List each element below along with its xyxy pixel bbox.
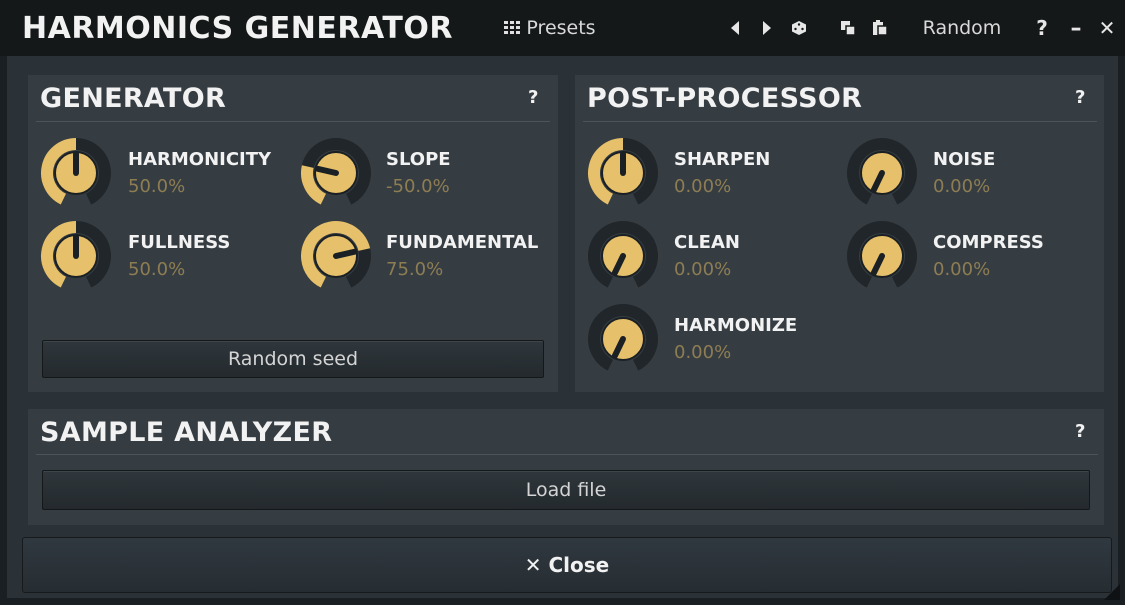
post-processor-panel: POST-PROCESSOR ? SHARPEN 0.00% NOISE 0.0… [575, 75, 1104, 392]
harmonize-value[interactable]: 0.00% [674, 342, 731, 363]
fundamental-label: FUNDAMENTAL [386, 232, 539, 253]
title-bar: HARMONICS GENERATOR Presets Random ? – ✕ [0, 0, 1125, 56]
resize-handle[interactable] [1104, 584, 1120, 600]
slope-label: SLOPE [386, 149, 451, 170]
next-preset-button[interactable] [756, 0, 778, 56]
sharpen-value[interactable]: 0.00% [674, 176, 731, 197]
clean-knob[interactable] [587, 220, 659, 292]
generator-panel: GENERATOR ? HARMONICITY 50.0% SLOPE -50.… [28, 75, 558, 392]
sharpen-knob[interactable] [587, 137, 659, 209]
presets-button[interactable]: Presets [500, 0, 600, 56]
slope-knob[interactable] [300, 137, 372, 209]
sample-analyzer-divider [36, 454, 1098, 455]
harmonicity-knob[interactable] [40, 137, 112, 209]
fundamental-value[interactable]: 75.0% [386, 259, 443, 280]
triangle-right-icon [763, 21, 771, 35]
grid-icon [504, 21, 521, 34]
copy-icon [841, 21, 856, 36]
post-processor-divider [583, 121, 1097, 122]
harmonicity-value[interactable]: 50.0% [128, 176, 185, 197]
previous-preset-button[interactable] [724, 0, 746, 56]
paste-icon [873, 20, 888, 36]
generator-help-button[interactable]: ? [528, 87, 538, 108]
post-processor-help-button[interactable]: ? [1075, 87, 1085, 108]
random-seed-button[interactable]: Random seed [42, 340, 544, 378]
load-file-button[interactable]: Load file [42, 470, 1090, 510]
clean-label: CLEAN [674, 232, 740, 253]
copy-button[interactable] [836, 0, 860, 56]
post-processor-title: POST-PROCESSOR [587, 83, 863, 114]
sample-analyzer-help-button[interactable]: ? [1075, 421, 1085, 442]
noise-value[interactable]: 0.00% [933, 176, 990, 197]
sharpen-label: SHARPEN [674, 149, 771, 170]
harmonize-label: HARMONIZE [674, 315, 798, 336]
sample-analyzer-title: SAMPLE ANALYZER [40, 417, 333, 448]
minimize-button[interactable]: – [1064, 0, 1088, 56]
presets-label: Presets [526, 17, 596, 39]
random-button[interactable]: Random [915, 0, 1009, 56]
close-button[interactable]: ✕ Close [22, 537, 1112, 593]
compress-knob[interactable] [846, 220, 918, 292]
sample-analyzer-panel: SAMPLE ANALYZER ? Load file [28, 409, 1104, 525]
help-button[interactable]: ? [1030, 0, 1054, 56]
paste-button[interactable] [868, 0, 892, 56]
triangle-left-icon [731, 21, 739, 35]
dice-icon [792, 21, 806, 35]
fullness-value[interactable]: 50.0% [128, 259, 185, 280]
noise-label: NOISE [933, 149, 996, 170]
random-label: Random [922, 17, 1002, 39]
compress-label: COMPRESS [933, 232, 1044, 253]
generator-divider [36, 121, 550, 122]
slope-value[interactable]: -50.0% [386, 176, 450, 197]
noise-knob[interactable] [846, 137, 918, 209]
harmonize-knob[interactable] [587, 303, 659, 375]
randomize-button[interactable] [786, 0, 812, 56]
harmonicity-label: HARMONICITY [128, 149, 272, 170]
fundamental-knob[interactable] [300, 220, 372, 292]
generator-title: GENERATOR [40, 83, 227, 114]
fullness-knob[interactable] [40, 220, 112, 292]
clean-value[interactable]: 0.00% [674, 259, 731, 280]
close-window-button[interactable]: ✕ [1094, 0, 1120, 56]
compress-value[interactable]: 0.00% [933, 259, 990, 280]
fullness-label: FULLNESS [128, 232, 231, 253]
app-title: HARMONICS GENERATOR [22, 11, 453, 46]
